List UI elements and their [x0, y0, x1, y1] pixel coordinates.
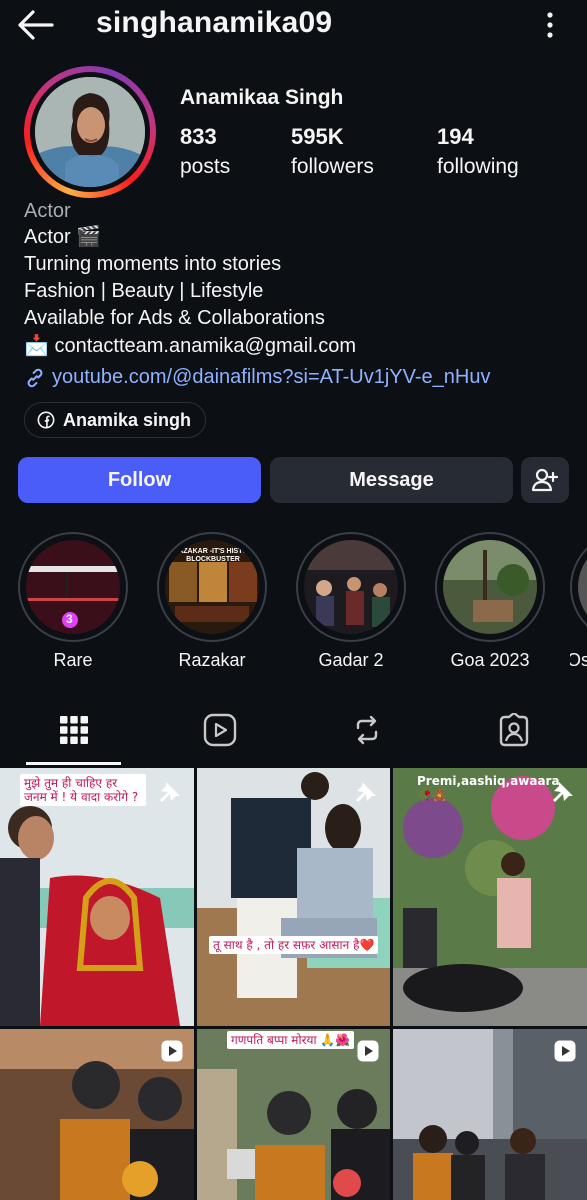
followers-count[interactable]: 595K followers	[291, 124, 374, 179]
display-name: Anamikaa Singh	[180, 86, 344, 109]
profile-category: Actor	[24, 200, 71, 222]
message-button[interactable]: Message	[270, 457, 513, 503]
tab-reposts[interactable]	[345, 710, 389, 750]
highlight-rare[interactable]: 3 Rare	[18, 532, 128, 671]
suggested-users-button[interactable]	[521, 457, 569, 503]
more-options-button[interactable]	[536, 10, 564, 40]
page-title-username: singhanamika09	[96, 6, 333, 39]
post-tile[interactable]: Premi,aashiq,awaara 🥀🧸	[393, 768, 587, 1026]
post-tile[interactable]	[0, 1029, 194, 1200]
reel-icon	[161, 1040, 183, 1062]
pin-icon	[160, 782, 180, 802]
story-ring[interactable]	[24, 66, 156, 198]
highlight-gadar-2[interactable]: Gadar 2	[296, 532, 406, 671]
reel-icon	[554, 1040, 576, 1062]
avatar	[35, 77, 145, 187]
highlight-label: Razakar	[178, 650, 246, 670]
bio-email: 📩 contactteam.anamika@gmail.com	[24, 335, 356, 357]
tab-tagged[interactable]	[492, 710, 536, 750]
post-caption: मुझे तुम ही चाहिए हर जनम में ! ये वादा क…	[20, 774, 146, 806]
link-icon	[27, 368, 43, 387]
more-vertical-icon	[547, 12, 553, 38]
post-image	[197, 768, 390, 1026]
add-user-icon	[531, 468, 559, 492]
highlight-cover-image	[304, 540, 398, 634]
highlight-partial[interactable]: Os	[570, 532, 587, 671]
highlight-label: Goa 2023	[450, 650, 530, 670]
following-count-label: following	[437, 155, 519, 178]
posts-count-value: 833	[180, 124, 217, 149]
highlight-cover-image	[443, 540, 537, 634]
post-tile[interactable]: गणपति बप्पा मोरया 🙏🌺	[197, 1029, 390, 1200]
highlight-cover-image: RAZAKAR -IT'S HISTOR BLOCKBUSTER	[165, 540, 259, 634]
active-tab-indicator	[26, 762, 121, 765]
reels-icon	[203, 713, 237, 747]
post-caption: गणपति बप्पा मोरया 🙏🌺	[227, 1031, 355, 1049]
highlight-cover-image: 3	[26, 540, 120, 634]
posts-count[interactable]: 833 posts	[180, 124, 230, 179]
reel-icon	[357, 1040, 379, 1062]
profile-link-text: youtube.com/@dainafilms?si=AT-Uv1jYV-e_n…	[52, 366, 491, 388]
facebook-icon	[37, 411, 55, 429]
tab-posts-grid[interactable]	[52, 710, 96, 750]
highlight-label: Gadar 2	[318, 650, 384, 670]
highlight-overlay-text: RAZAKAR -IT'S HISTOR BLOCKBUSTER	[173, 548, 253, 563]
pin-icon	[553, 782, 573, 802]
follow-button[interactable]: Follow	[18, 457, 261, 503]
post-image	[393, 768, 587, 1026]
facebook-profile-chip[interactable]: Anamika singh	[24, 402, 207, 438]
avatar-portrait-image	[35, 77, 145, 187]
grid-icon	[60, 716, 88, 744]
highlight-label: Rare	[53, 650, 93, 670]
bio-line: Actor 🎬	[24, 226, 102, 248]
followers-count-value: 595K	[291, 124, 344, 149]
highlight-badge: 3	[66, 612, 73, 626]
followers-count-label: followers	[291, 155, 374, 178]
post-tile[interactable]: तू साथ है , तो हर सफ़र आसान है❤️	[197, 768, 390, 1026]
bio-line: Available for Ads & Collaborations	[24, 307, 325, 329]
posts-count-label: posts	[180, 155, 231, 178]
bio-line: Turning moments into stories	[24, 253, 282, 275]
following-count-value: 194	[437, 124, 474, 149]
profile-link[interactable]: youtube.com/@dainafilms?si=AT-Uv1jYV-e_n…	[24, 366, 490, 389]
tagged-icon	[499, 713, 529, 747]
facebook-chip-label: Anamika singh	[63, 409, 192, 430]
reposts-icon	[356, 715, 378, 745]
bio-line: Fashion | Beauty | Lifestyle	[24, 280, 264, 302]
post-tile[interactable]	[393, 1029, 587, 1200]
highlight-goa-2023[interactable]: Goa 2023	[435, 532, 545, 671]
tab-reels[interactable]	[198, 710, 242, 750]
back-button[interactable]	[14, 8, 58, 42]
back-arrow-icon	[18, 10, 54, 40]
pin-icon	[356, 782, 376, 802]
following-count[interactable]: 194 following	[437, 124, 519, 179]
post-tile[interactable]: मुझे तुम ही चाहिए हर जनम में ! ये वादा क…	[0, 768, 194, 1026]
post-caption: तू साथ है , तो हर सफ़र आसान है❤️	[209, 936, 379, 954]
post-image	[0, 768, 194, 1026]
highlight-label: Os	[570, 650, 587, 670]
highlight-razakar[interactable]: RAZAKAR -IT'S HISTOR BLOCKBUSTER Razakar	[157, 532, 267, 671]
